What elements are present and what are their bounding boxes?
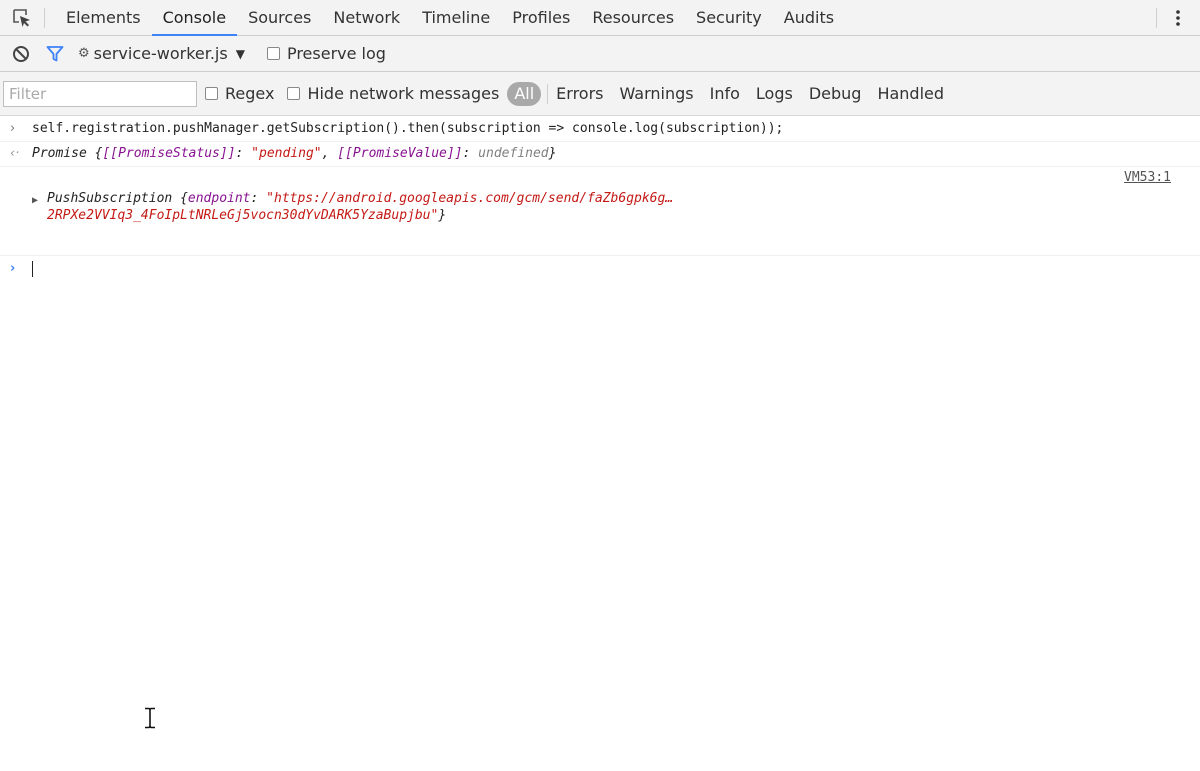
result-arrow-icon: ‹· [10,146,20,161]
promise-value-key: [[PromiseValue]] [337,146,463,161]
result-type: Promise [32,146,87,161]
console-command-message[interactable]: › self.registration.pushManager.getSubsc… [0,116,1200,142]
endpoint-value-line2: 2RPXe2VVIq3_4FoIpLtNRLeGj5vocn30dYvDARK5… [47,208,439,223]
hide-network-checkbox[interactable] [287,87,301,100]
level-logs-button[interactable]: Logs [748,81,801,107]
gear-icon: ⚙ [78,46,90,61]
source-location-link[interactable]: VM53:1 [1124,170,1171,185]
devtools-tab-bar: Elements Console Sources Network Timelin… [0,0,1200,36]
expand-triangle-icon[interactable]: ▶ [32,192,38,209]
console-toolbar: ⚙ service-worker.js ▼ Preserve log [0,36,1200,72]
clear-console-icon[interactable] [4,37,38,71]
tab-security[interactable]: Security [685,0,773,35]
hide-network-option[interactable]: Hide network messages [287,84,499,103]
ibeam-cursor-icon [143,707,157,729]
console-result-message[interactable]: ‹· Promise {[[PromiseStatus]]: "pending"… [0,142,1200,167]
more-options-icon[interactable] [1156,0,1200,35]
promise-status-value: "pending" [251,146,322,161]
command-chevron-icon: › [10,121,16,136]
level-debug-button[interactable]: Debug [801,81,870,107]
tab-profiles[interactable]: Profiles [501,0,581,35]
promise-status-key: [[PromiseStatus]] [102,146,236,161]
tab-audits[interactable]: Audits [773,0,845,35]
hide-network-label: Hide network messages [307,84,500,103]
preserve-log-option[interactable]: Preserve log [266,44,386,63]
tab-elements[interactable]: Elements [55,0,152,35]
tab-sources[interactable]: Sources [237,0,322,35]
filter-icon[interactable] [38,37,72,71]
tab-separator [44,7,45,28]
inspect-element-icon[interactable] [0,0,44,35]
command-text: self.registration.pushManager.getSubscri… [32,121,784,136]
level-info-button[interactable]: Info [702,81,748,107]
console-log-message[interactable]: VM53:1 ▶ PushSubscription {endpoint: "ht… [0,167,1200,256]
endpoint-key: endpoint [187,191,251,206]
tab-resources[interactable]: Resources [581,0,685,35]
context-label: service-worker.js [93,44,228,63]
chevron-down-icon: ▼ [235,46,245,61]
console-messages[interactable]: › self.registration.pushManager.getSubsc… [0,116,1200,771]
level-all-button[interactable]: All [507,81,542,106]
regex-checkbox[interactable] [205,87,218,100]
push-subscription-object[interactable]: ▶ PushSubscription {endpoint: "https://a… [32,190,674,224]
execution-context-select[interactable]: ⚙ service-worker.js ▼ [78,44,245,63]
level-errors-button[interactable]: Errors [548,81,611,107]
text-caret [32,260,33,277]
object-type: PushSubscription [47,191,173,206]
promise-value-value: undefined [478,146,549,161]
regex-option[interactable]: Regex [205,84,274,103]
tab-network[interactable]: Network [322,0,411,35]
preserve-log-label: Preserve log [286,44,386,63]
level-handled-button[interactable]: Handled [869,81,952,107]
tab-timeline[interactable]: Timeline [411,0,501,35]
console-prompt[interactable]: › [0,256,1200,284]
regex-label: Regex [225,84,275,103]
console-filter-bar: Regex Hide network messages All Errors W… [0,72,1200,116]
preserve-log-checkbox[interactable] [266,47,280,60]
prompt-chevron-icon: › [10,261,16,276]
tab-console[interactable]: Console [151,0,238,36]
endpoint-value-line1: "https://android.googleapis.com/gcm/send… [266,191,674,206]
filter-input[interactable] [3,80,197,107]
level-warnings-button[interactable]: Warnings [612,81,702,107]
